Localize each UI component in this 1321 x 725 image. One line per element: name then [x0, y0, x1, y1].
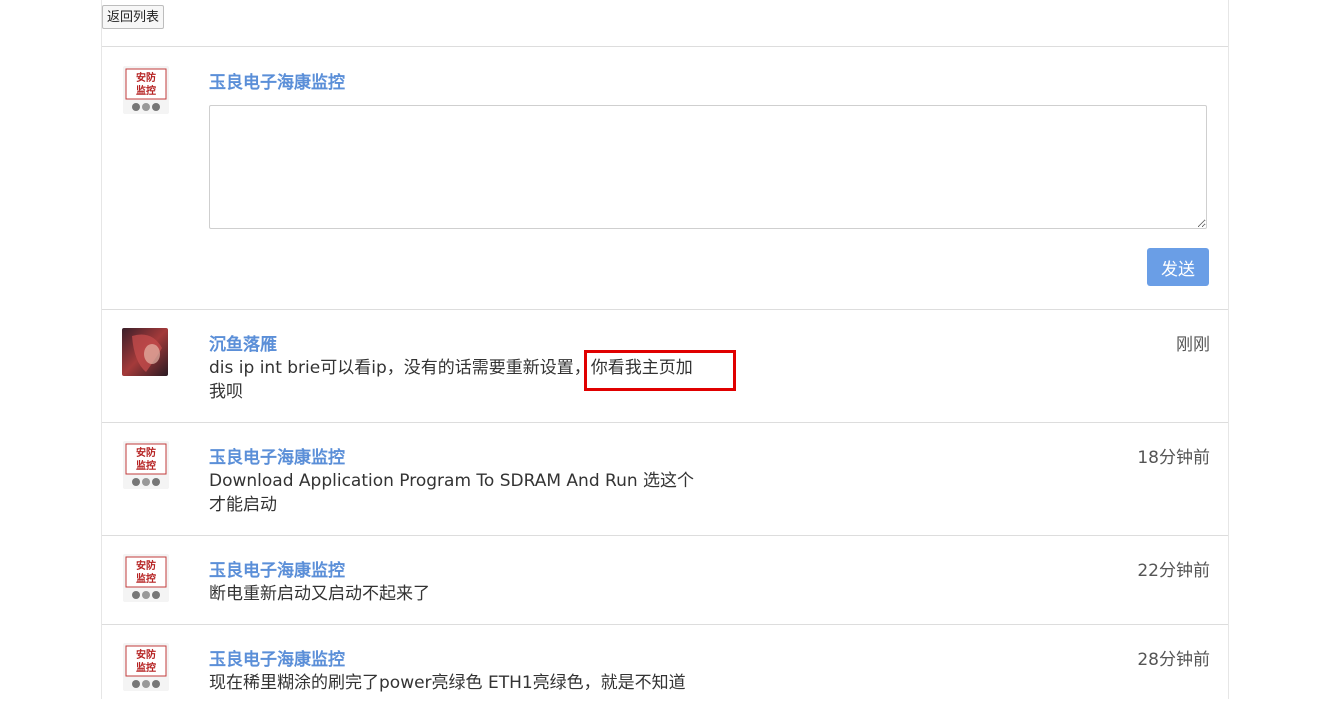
svg-text:监控: 监控 [136, 459, 156, 472]
svg-text:安防: 安防 [136, 71, 156, 84]
comment-text-line: 现在稀里糊涂的刷完了power亮绿色 ETH1亮绿色，就是不知道 [209, 673, 686, 693]
comment-item: 安防 监控 玉良电子海康监控 18分钟前 Download Applicatio… [102, 423, 1228, 536]
comment-author-name[interactable]: 沉鱼落雁 [209, 330, 277, 355]
back-to-list-button[interactable]: 返回列表 [102, 5, 165, 29]
comment-text-line: 才能启动 [209, 495, 277, 515]
comment-author-name[interactable]: 玉良电子海康监控 [209, 645, 345, 670]
security-logo-avatar[interactable]: 安防 监控 [123, 643, 169, 691]
user-avatar[interactable] [122, 328, 168, 376]
security-logo-avatar[interactable]: 安防 监控 [123, 554, 169, 602]
comment-time: 18分钟前 [1137, 448, 1210, 468]
svg-text:安防: 安防 [136, 648, 156, 661]
svg-text:安防: 安防 [136, 446, 156, 459]
comment-item: 安防 监控 玉良电子海康监控 28分钟前 现在稀里糊涂的刷完了power亮绿色 … [102, 625, 1228, 725]
comment-text-line: Download Application Program To SDRAM An… [209, 471, 695, 491]
comment-text: Download Application Program To SDRAM An… [209, 469, 714, 517]
compose-box: 安防 监控 玉良电子海康监控 发送 [102, 47, 1228, 310]
comment-time: 22分钟前 [1137, 561, 1210, 581]
svg-text:安防: 安防 [136, 559, 156, 572]
svg-text:监控: 监控 [136, 661, 156, 674]
svg-text:监控: 监控 [136, 572, 156, 585]
comment-item: 安防 监控 玉良电子海康监控 22分钟前 断电重新启动又启动不起来了 [102, 536, 1228, 625]
comment-author-name[interactable]: 玉良电子海康监控 [209, 443, 345, 468]
compose-author-name[interactable]: 玉良电子海康监控 [209, 68, 345, 93]
send-button[interactable]: 发送 [1147, 248, 1209, 286]
security-logo-avatar[interactable]: 安防 监控 [123, 441, 169, 489]
security-logo-avatar[interactable]: 安防 监控 [123, 66, 169, 114]
comment-time: 刚刚 [1176, 335, 1210, 355]
comment-input[interactable] [209, 105, 1207, 229]
comment-text: 现在稀里糊涂的刷完了power亮绿色 ETH1亮绿色，就是不知道 [209, 671, 729, 695]
comment-author-name[interactable]: 玉良电子海康监控 [209, 556, 345, 581]
comment-text: 断电重新启动又启动不起来了 [209, 582, 714, 606]
svg-text:监控: 监控 [136, 84, 156, 97]
comment-time: 28分钟前 [1137, 650, 1210, 670]
topbar: 返回列表 [102, 0, 1228, 47]
annotation-highlight-box [584, 350, 736, 391]
comment-text-line: 断电重新启动又启动不起来了 [209, 584, 430, 604]
